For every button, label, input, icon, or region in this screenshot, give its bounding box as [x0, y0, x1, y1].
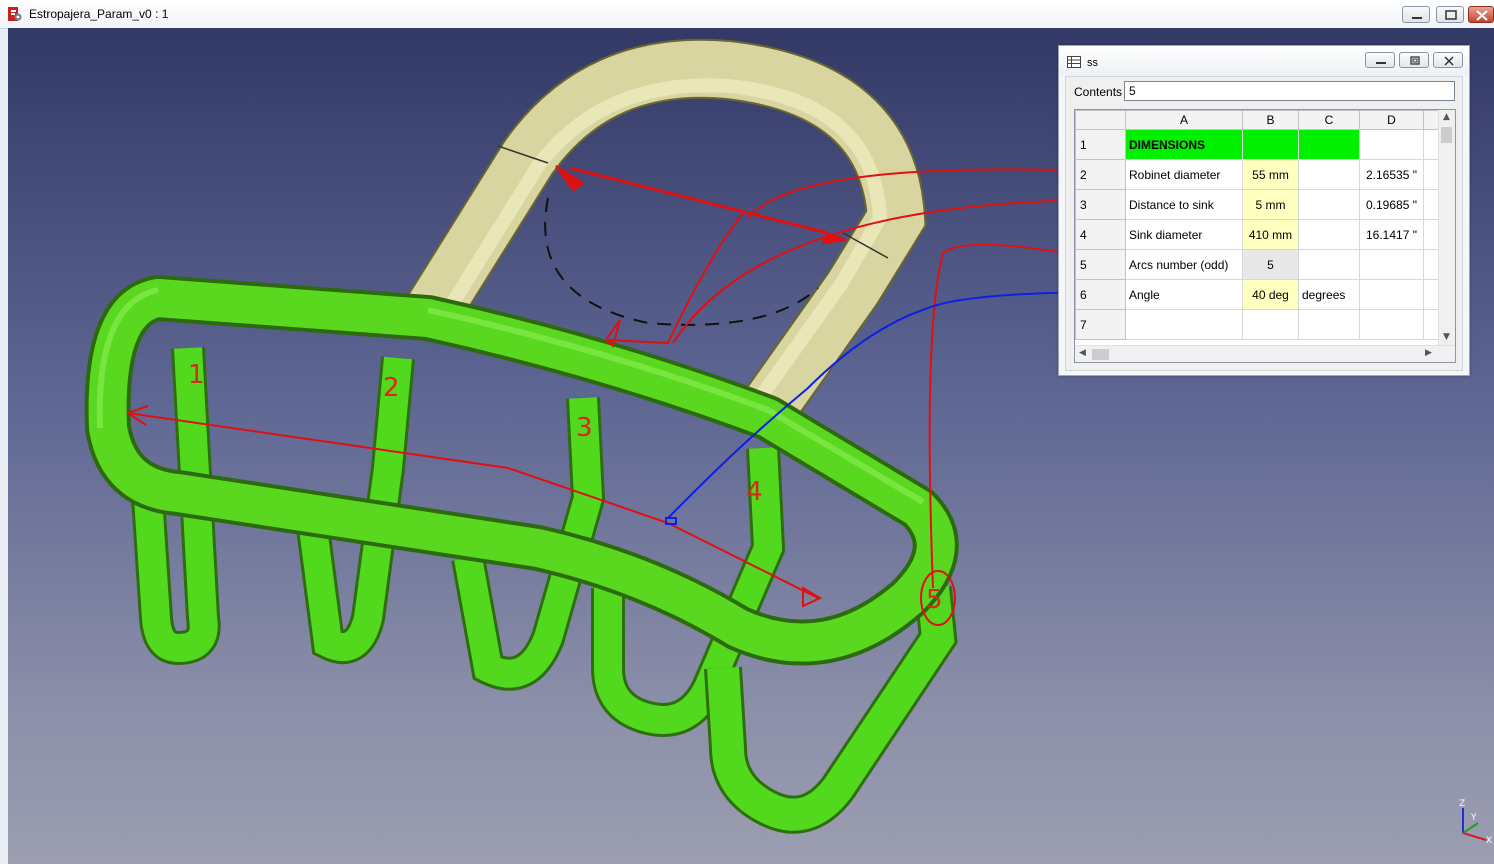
row-header[interactable]: 6 — [1075, 279, 1126, 310]
close-button[interactable] — [1468, 6, 1494, 23]
axis-label-y: Y — [1470, 813, 1477, 823]
axis-triad: Z Y X — [1459, 799, 1492, 846]
row-header[interactable]: 3 — [1075, 189, 1126, 220]
close-icon — [1476, 10, 1488, 21]
scroll-left-icon[interactable]: ◀ — [1079, 348, 1086, 358]
cell-b3[interactable]: 5 mm — [1242, 189, 1299, 220]
freecad-app-icon — [8, 7, 22, 21]
cell-a4[interactable]: Sink diameter — [1125, 219, 1243, 250]
column-header-a[interactable]: A — [1125, 110, 1243, 130]
spreadsheet-window[interactable]: ss Contents 5 A B C D 1 DIMENSIONS 2 Rob… — [1058, 45, 1470, 376]
table-row: 7 — [1075, 309, 1444, 340]
3d-viewport[interactable]: 1 2 3 4 5 Z Y X ss Contents 5 A B C D 1 … — [8, 28, 1494, 864]
table-row: 1 DIMENSIONS — [1075, 129, 1444, 160]
arc-label-2: 2 — [383, 373, 400, 403]
scroll-up-icon[interactable]: ▲ — [1443, 112, 1450, 122]
cell-c4[interactable] — [1298, 219, 1360, 250]
horizontal-scroll-thumb[interactable] — [1092, 349, 1109, 360]
contents-label: Contents — [1074, 85, 1123, 99]
arc-label-1: 1 — [188, 360, 205, 390]
spreadsheet-restore-button[interactable] — [1399, 52, 1429, 68]
cell-a3[interactable]: Distance to sink — [1125, 189, 1243, 220]
restore-icon — [1410, 56, 1420, 65]
spreadsheet-grid[interactable]: A B C D 1 DIMENSIONS 2 Robinet diameter … — [1074, 109, 1456, 363]
vertical-scroll-thumb[interactable] — [1441, 127, 1452, 143]
table-row: 6 Angle 40 deg degrees — [1075, 279, 1444, 310]
column-header-b[interactable]: B — [1242, 110, 1299, 130]
spreadsheet-body: Contents 5 A B C D 1 DIMENSIONS 2 Robine… — [1065, 76, 1463, 371]
cell-c3[interactable] — [1298, 189, 1360, 220]
arc-label-5: 5 — [926, 585, 943, 615]
cell-b6[interactable]: 40 deg — [1242, 279, 1299, 310]
cell-d5[interactable] — [1359, 249, 1424, 280]
cell-a7[interactable] — [1125, 309, 1243, 340]
column-header-c[interactable]: C — [1298, 110, 1360, 130]
cell-b4[interactable]: 410 mm — [1242, 219, 1299, 250]
cell-b1[interactable] — [1242, 129, 1299, 160]
row-header[interactable]: 1 — [1075, 129, 1126, 160]
cell-c2[interactable] — [1298, 159, 1360, 190]
cell-d2[interactable]: 2.16535 " — [1359, 159, 1424, 190]
scroll-down-icon[interactable]: ▼ — [1443, 332, 1450, 342]
arc-label-4: 4 — [746, 477, 763, 507]
cell-b5[interactable]: 5 — [1242, 249, 1299, 280]
table-row: 4 Sink diameter 410 mm 16.1417 " — [1075, 219, 1444, 250]
arc-label-3: 3 — [576, 413, 593, 443]
spreadsheet-icon — [1067, 56, 1081, 68]
cell-c5[interactable] — [1298, 249, 1360, 280]
spreadsheet-close-button[interactable] — [1433, 52, 1463, 68]
green-arcs — [131, 347, 958, 834]
close-icon — [1444, 56, 1454, 66]
cell-a5[interactable]: Arcs number (odd) — [1125, 249, 1243, 280]
cell-b2[interactable]: 55 mm — [1242, 159, 1299, 190]
cell-d1[interactable] — [1359, 129, 1424, 160]
cell-c7[interactable] — [1298, 309, 1360, 340]
contents-input[interactable]: 5 — [1124, 81, 1455, 101]
row-header[interactable]: 7 — [1075, 309, 1126, 340]
corner-cell — [1075, 110, 1126, 130]
axis-label-z: Z — [1459, 799, 1465, 809]
restore-button[interactable] — [1436, 6, 1464, 23]
column-header-row: A B C D — [1075, 110, 1444, 130]
cell-c6[interactable]: degrees — [1298, 279, 1360, 310]
table-row: 5 Arcs number (odd) 5 — [1075, 249, 1444, 280]
table-row: 2 Robinet diameter 55 mm 2.16535 " — [1075, 159, 1444, 190]
sheet-table: A B C D 1 DIMENSIONS 2 Robinet diameter … — [1075, 110, 1444, 340]
main-titlebar: Estropajera_Param_v0 : 1 — [0, 0, 1494, 29]
horizontal-scrollbar[interactable]: ◀ ▶ — [1075, 345, 1455, 362]
minimize-button[interactable] — [1402, 6, 1430, 23]
restore-icon — [1445, 10, 1457, 20]
minimize-icon — [1412, 17, 1422, 19]
row-header[interactable]: 2 — [1075, 159, 1126, 190]
spreadsheet-minimize-button[interactable] — [1365, 52, 1395, 68]
vertical-scrollbar[interactable]: ▲ ▼ — [1438, 110, 1455, 346]
cell-b7[interactable] — [1242, 309, 1299, 340]
cell-a1[interactable]: DIMENSIONS — [1125, 129, 1243, 160]
column-header-d[interactable]: D — [1359, 110, 1424, 130]
scroll-right-icon[interactable]: ▶ — [1425, 348, 1432, 358]
minimize-icon — [1376, 62, 1386, 64]
table-row: 3 Distance to sink 5 mm 0.19685 " — [1075, 189, 1444, 220]
cell-a2[interactable]: Robinet diameter — [1125, 159, 1243, 190]
cell-d6[interactable] — [1359, 279, 1424, 310]
row-header[interactable]: 5 — [1075, 249, 1126, 280]
window-title: Estropajera_Param_v0 : 1 — [29, 7, 169, 21]
spreadsheet-titlebar: ss — [1059, 46, 1469, 76]
robinet-outline — [544, 197, 819, 326]
cell-a6[interactable]: Angle — [1125, 279, 1243, 310]
spreadsheet-title: ss — [1087, 57, 1098, 69]
cell-c1[interactable] — [1298, 129, 1360, 160]
cell-d7[interactable] — [1359, 309, 1424, 340]
cell-d4[interactable]: 16.1417 " — [1359, 219, 1424, 250]
cell-d3[interactable]: 0.19685 " — [1359, 189, 1424, 220]
row-header[interactable]: 4 — [1075, 219, 1126, 250]
axis-label-x: X — [1486, 836, 1492, 846]
